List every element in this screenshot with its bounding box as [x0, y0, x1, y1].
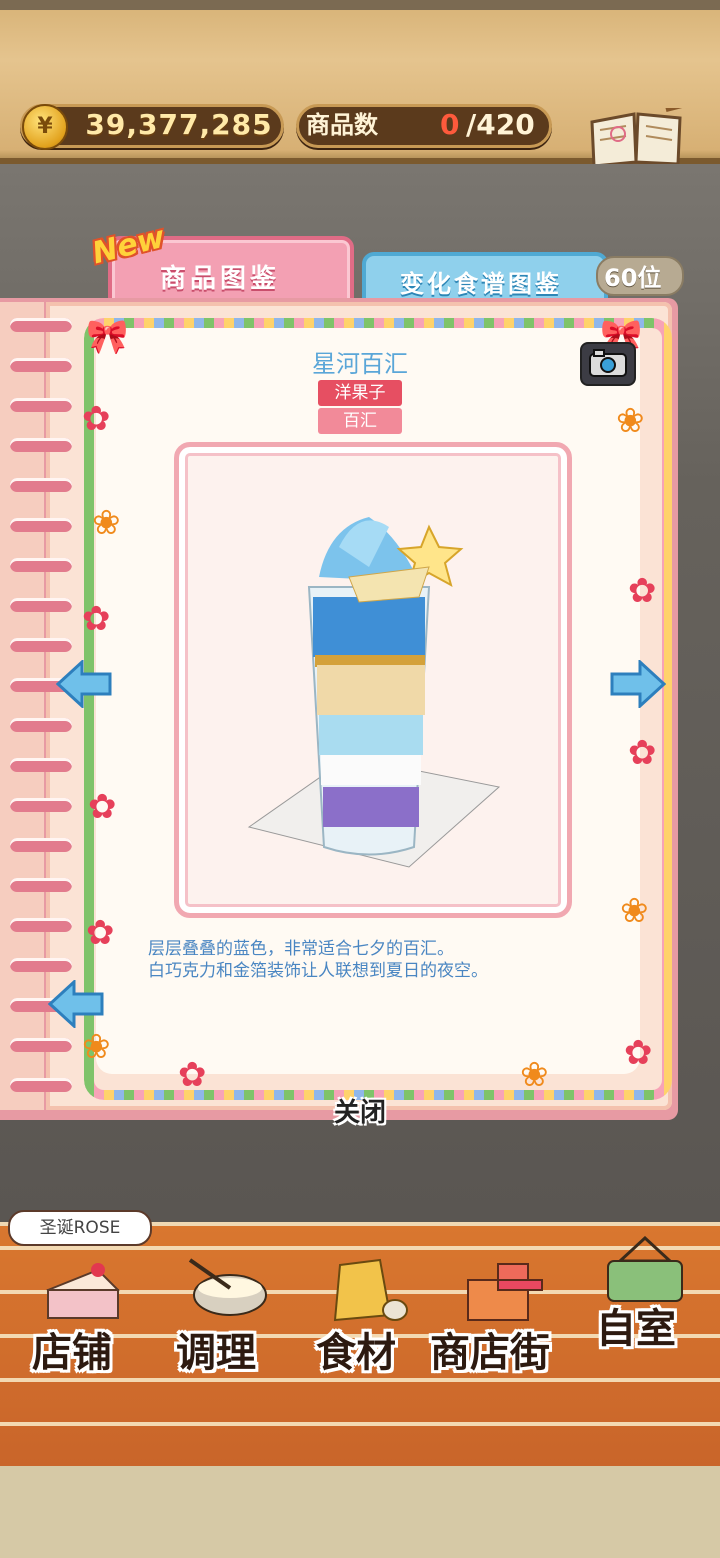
nav-ingredients-label: 食材: [316, 1330, 396, 1376]
binder-ring: [10, 758, 72, 772]
cake-icon: [46, 1263, 120, 1319]
tab-recipe-catalog-label: 变化食谱图鉴: [400, 270, 562, 298]
binder-ring: [10, 598, 72, 612]
camera-button[interactable]: [580, 342, 636, 386]
back-arrow-button[interactable]: [48, 980, 104, 1028]
camera-icon: [589, 349, 627, 377]
close-button[interactable]: 关闭: [0, 1092, 720, 1129]
goods-count-value: 0: [440, 108, 460, 141]
category-tag: 洋果子: [318, 380, 402, 406]
rose-icon: ✿: [88, 787, 117, 827]
shop-street-icon: [467, 1263, 543, 1321]
ingredient-bag-icon: [333, 1258, 408, 1322]
parfait-illustration: [247, 517, 501, 868]
flower-icon: ❀: [520, 1055, 549, 1095]
binder-ring: [10, 878, 72, 892]
nav-cooking-button[interactable]: 调理: [170, 1250, 280, 1380]
flower-icon: ❀: [616, 401, 645, 441]
rose-icon: ✿: [624, 1033, 653, 1073]
goods-count-total: /420: [466, 108, 535, 141]
rose-icon: ✿: [82, 599, 111, 639]
next-arrow-button[interactable]: [610, 660, 666, 708]
binder-ring: [10, 958, 72, 972]
binder-ring: [10, 718, 72, 732]
binder-ring: [10, 358, 72, 372]
coin-icon: ¥: [22, 104, 68, 150]
item-title: 星河百汇: [312, 350, 408, 378]
item-description-line2: 白巧克力和金箔装饰让人联想到夏日的夜空。: [148, 961, 488, 981]
tab-goods-catalog-label: 商品图鉴: [160, 264, 281, 294]
binder-ring: [10, 398, 72, 412]
binder-ring: [10, 558, 72, 572]
binder-ring: [10, 798, 72, 812]
money-value: 39,377,285: [85, 108, 273, 141]
nav-my-room-label: 自室: [596, 1306, 676, 1352]
nav-shopping-street-label: 商店街: [430, 1330, 550, 1376]
floor-background: [0, 1466, 720, 1558]
flower-icon: ❀: [82, 1027, 111, 1067]
binder-ring: [10, 638, 72, 652]
binder-ring: [10, 518, 72, 532]
notebook-spine: [0, 302, 44, 1110]
nav-my-room-button[interactable]: 自室: [594, 1236, 704, 1366]
binder-ring: [10, 318, 72, 332]
binder-ring: [10, 1078, 72, 1092]
ribbon-icon: 🎀: [86, 317, 129, 357]
rank-label: 60位: [604, 264, 662, 292]
nav-ingredients-button[interactable]: 食材: [310, 1250, 420, 1380]
store-name-tag: 圣诞ROSE: [8, 1210, 152, 1246]
rose-icon: ✿: [178, 1055, 207, 1095]
rose-icon: ✿: [628, 571, 657, 611]
binder-ring: [10, 1038, 72, 1052]
rose-icon: ✿: [628, 733, 657, 773]
flower-icon: ❀: [92, 503, 121, 543]
nav-shopping-street-button[interactable]: 商店街: [428, 1250, 578, 1380]
binder-ring: [10, 918, 72, 932]
goods-count-label: 商品数: [306, 111, 378, 139]
item-image-frame: [174, 442, 572, 918]
binder-ring: [10, 838, 72, 852]
flower-icon: ❀: [620, 891, 649, 931]
open-book-icon: [590, 108, 683, 168]
previous-arrow-button[interactable]: [56, 660, 112, 708]
nav-cooking-label: 调理: [176, 1330, 256, 1376]
rose-icon: ✿: [86, 913, 115, 953]
mixing-bowl-icon: [188, 1258, 267, 1316]
rose-icon: ✿: [82, 399, 111, 439]
nav-store-label: 店铺: [32, 1330, 112, 1376]
binder-ring: [10, 438, 72, 452]
binder-ring: [10, 478, 72, 492]
nav-store-button[interactable]: 店铺: [28, 1250, 138, 1380]
subcategory-tag: 百汇: [318, 408, 402, 434]
